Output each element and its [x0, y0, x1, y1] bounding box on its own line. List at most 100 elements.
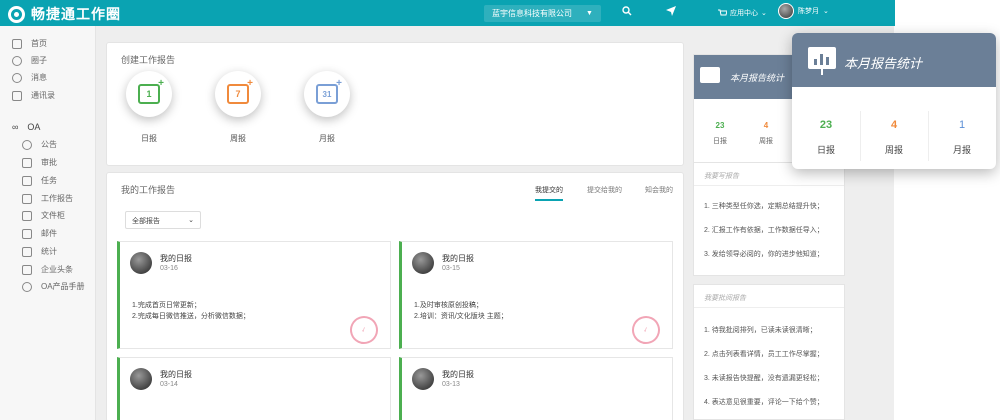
tips-title: 我要批阅报告 — [704, 295, 746, 302]
sidebar-item-home[interactable]: 首页 — [12, 38, 47, 49]
report-card[interactable]: 我的日报 03-15 1.及时审核原创投稿； 2.培训：资讯/文化版块 主题； … — [399, 241, 673, 349]
sidebar-item-label: 通讯录 — [31, 91, 55, 100]
circle-icon — [12, 55, 22, 66]
sidebar-item-label: OA产品手册 — [41, 282, 85, 291]
report-title: 我的日报 — [160, 254, 192, 263]
stat-daily: 23 日报 — [792, 119, 860, 156]
sidebar-item-file-cabinet[interactable]: 文件柜 — [22, 210, 65, 221]
tab-submitted-by-me[interactable]: 我提交的 — [535, 185, 563, 201]
bell-icon — [22, 139, 32, 150]
sidebar-item-label: 圈子 — [31, 56, 47, 65]
reviewed-stamp-icon: ✓ — [628, 312, 664, 348]
sidebar-item-news[interactable]: 企业头条 — [22, 264, 73, 275]
create-daily-report[interactable]: 1 + 日报 — [119, 71, 179, 144]
tip-item: 1. 待我批阅排列，已读未读很清晰； — [704, 327, 817, 334]
chevron-down-icon: ▼ — [586, 10, 593, 17]
stat-label: 日报 — [713, 138, 727, 145]
report-card[interactable]: 我的日报 03-14 — [117, 357, 391, 420]
task-icon — [22, 175, 32, 186]
avatar — [778, 3, 794, 19]
write-report-tips: 我要写报告 1. 三种类型任你选，定期总结提升快； 2. 汇报工作有依据，工作数… — [693, 162, 845, 276]
sidebar-item-label: 公告 — [41, 140, 57, 149]
divider — [694, 307, 844, 308]
mail-icon — [22, 228, 32, 239]
help-icon — [22, 281, 32, 292]
create-monthly-report[interactable]: 31 + 月报 — [297, 71, 357, 144]
sidebar-item-stats[interactable]: 统计 — [22, 246, 57, 257]
report-filter-select[interactable]: 全部报告 ⌄ — [125, 211, 201, 229]
report-date: 03-13 — [442, 381, 460, 388]
my-reports-panel: 我的工作报告 我提交的 提交给我的 知会我的 全部报告 ⌄ 我的日报 03-16… — [106, 172, 684, 420]
news-icon — [22, 264, 32, 275]
tip-item: 2. 点击列表看详情，员工工作尽掌握； — [704, 351, 824, 358]
app-name: 畅捷通工作圈 — [31, 6, 121, 22]
user-name: 陈梦月 — [798, 8, 819, 15]
sidebar-item-label: 工作报告 — [41, 194, 73, 203]
sidebar-item-circle[interactable]: 圈子 — [12, 55, 47, 66]
sidebar-item-announcement[interactable]: 公告 — [22, 139, 57, 150]
sidebar-item-work-report[interactable]: 工作报告 — [22, 193, 73, 204]
logo-icon — [8, 5, 25, 23]
avatar — [412, 252, 434, 274]
monthly-stats-popup: 本月报告统计 23 日报 4 周报 1 月报 — [792, 33, 996, 169]
sidebar-item-approval[interactable]: 审批 — [22, 157, 57, 168]
stat-label: 月报 — [952, 145, 971, 155]
user-menu[interactable]: 陈梦月 ⌄ — [778, 3, 829, 19]
app-logo[interactable]: 畅捷通工作圈 — [8, 4, 121, 24]
approval-icon — [22, 157, 32, 168]
report-line: 1.完成首页日常更新； — [132, 302, 201, 309]
sidebar-item-label: 任务 — [41, 176, 57, 185]
tip-item: 2. 汇报工作有依据，工作数据任导入； — [704, 227, 824, 234]
create-weekly-report[interactable]: 7 + 周报 — [208, 71, 268, 144]
report-line: 2.培训：资讯/文化版块 主题； — [414, 313, 508, 320]
send-icon[interactable] — [666, 6, 676, 19]
sidebar-item-label: 审批 — [41, 158, 57, 167]
tip-item: 3. 未读报告快提醒，没有遗漏更轻松； — [704, 375, 824, 382]
cart-icon — [718, 9, 727, 16]
contacts-icon — [12, 90, 22, 101]
calendar-month-icon: 31 + — [316, 78, 342, 104]
sidebar: 首页 圈子 消息 通讯录 ∞ OA 公告 审批 任务 工作报告 文件柜 邮件 统… — [0, 26, 96, 420]
company-selector[interactable]: 蓝宇信息科技有限公司 ▼ — [484, 5, 601, 22]
sidebar-item-label: 首页 — [31, 39, 47, 48]
report-date: 03-16 — [160, 265, 178, 272]
stat-label: 周报 — [884, 145, 903, 155]
stat-weekly: 4 周报 — [860, 119, 928, 156]
sidebar-item-label: 邮件 — [41, 229, 57, 238]
tip-item: 3. 发给领导必阅的，你的进步他知道； — [704, 251, 824, 258]
sidebar-section-oa[interactable]: ∞ OA — [12, 122, 40, 132]
sidebar-item-messages[interactable]: 消息 — [12, 72, 47, 83]
report-card[interactable]: 我的日报 03-16 1.完成首页日常更新； 2.完成每日微信推送，分析微信数据… — [117, 241, 391, 349]
avatar — [412, 368, 434, 390]
stats-icon — [22, 246, 32, 257]
calendar-bubble: 7 + — [215, 71, 261, 117]
stat-value: 4 — [890, 119, 898, 131]
report-type-label: 月报 — [319, 134, 335, 143]
filter-value: 全部报告 — [132, 218, 160, 225]
chevron-down-icon: ⌄ — [761, 10, 767, 17]
sidebar-item-manual[interactable]: OA产品手册 — [22, 281, 85, 292]
stat-value: 23 — [715, 121, 725, 130]
tab-notified-me[interactable]: 知会我的 — [645, 185, 673, 195]
stat-label: 日报 — [816, 145, 835, 155]
calendar-day-icon: 1 + — [138, 78, 164, 104]
main-content: 创建工作报告 1 + 日报 7 + 周报 31 + 月报 我的工作报告 我提交的… — [96, 26, 894, 420]
report-title: 我的日报 — [442, 370, 474, 379]
stat-label: 周报 — [759, 138, 773, 145]
sidebar-item-label: 消息 — [31, 73, 47, 82]
tab-submitted-to-me[interactable]: 提交给我的 — [587, 185, 622, 195]
report-card[interactable]: 我的日报 03-13 — [399, 357, 673, 420]
search-icon[interactable] — [622, 6, 632, 19]
sidebar-item-contacts[interactable]: 通讯录 — [12, 90, 55, 101]
chevron-down-icon: ⌄ — [188, 217, 194, 224]
stat-value: 4 — [763, 121, 769, 130]
report-title: 我的日报 — [160, 370, 192, 379]
home-icon — [12, 38, 22, 49]
app-center-menu[interactable]: 应用中心 ⌄ — [718, 8, 767, 18]
calendar-bubble: 31 + — [304, 71, 350, 117]
sidebar-item-label: 统计 — [41, 247, 57, 256]
stat-value: 23 — [819, 119, 833, 131]
sidebar-item-mail[interactable]: 邮件 — [22, 228, 57, 239]
report-date: 03-15 — [442, 265, 460, 272]
sidebar-item-tasks[interactable]: 任务 — [22, 175, 57, 186]
